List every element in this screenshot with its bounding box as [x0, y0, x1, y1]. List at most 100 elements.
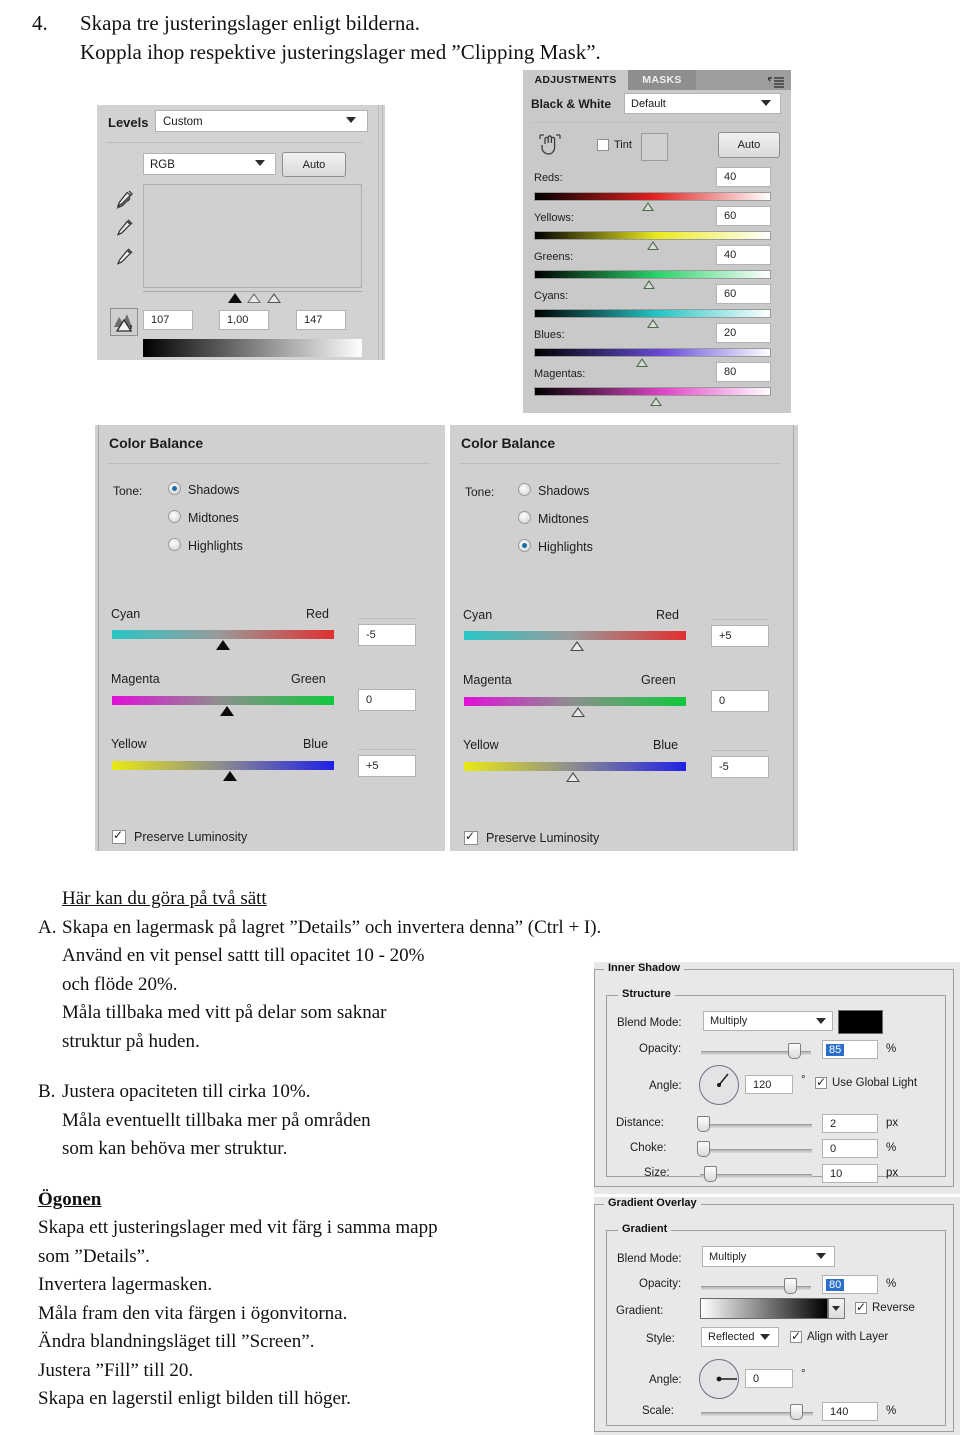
cb-right-bar-yellow-blue[interactable] — [464, 762, 686, 771]
is-choke-knob[interactable] — [697, 1141, 710, 1157]
cb-right-preserve-luminosity-checkbox[interactable] — [464, 829, 478, 845]
levels-black-input-thumb[interactable] — [228, 293, 242, 303]
go-opacity-knob[interactable] — [784, 1278, 797, 1294]
bw-bar-reds[interactable] — [534, 192, 771, 201]
cb-left-bar-magenta-green[interactable] — [112, 696, 334, 705]
structure-title: Structure — [618, 988, 675, 1000]
go-angle-dial[interactable] — [699, 1359, 739, 1399]
cb-left-bar-cyan-red[interactable] — [112, 630, 334, 639]
cb-left-bar-yellow-blue[interactable] — [112, 761, 334, 770]
go-style-label: Style: — [646, 1333, 675, 1345]
go-align-checkbox[interactable] — [790, 1329, 802, 1343]
cb-right-bar-magenta-green[interactable] — [464, 697, 686, 706]
go-reverse-checkbox[interactable] — [855, 1300, 867, 1314]
is-size-knob[interactable] — [704, 1166, 717, 1182]
bw-value-reds-field[interactable]: 40 — [716, 167, 771, 187]
is-blend-mode-select[interactable]: Multiply — [703, 1011, 833, 1031]
levels-gamma-input-thumb[interactable] — [247, 293, 261, 303]
go-gradient-swatch[interactable] — [700, 1298, 828, 1319]
tab-adjustments[interactable]: ADJUSTMENTS — [523, 70, 628, 90]
chevron-down-icon[interactable] — [761, 100, 771, 106]
bw-bar-blues[interactable] — [534, 348, 771, 357]
cb-right-thumb-cyan-red[interactable] — [570, 641, 584, 651]
cb-left-edge — [98, 425, 99, 851]
cb-left-thumb-magenta-green[interactable] — [220, 706, 234, 716]
bw-thumb-cyans[interactable] — [647, 319, 659, 328]
is-distance-knob[interactable] — [697, 1116, 710, 1132]
cb-right-value-magenta-green-field[interactable]: 0 — [711, 690, 769, 712]
item-a-line-1: Skapa en lagermask på lagret ”Details” o… — [62, 916, 602, 938]
targeted-adjustment-icon[interactable] — [538, 132, 562, 158]
chevron-down-icon[interactable] — [760, 1334, 770, 1340]
bw-bar-magentas[interactable] — [534, 387, 771, 396]
go-blend-mode-value: Multiply — [709, 1250, 747, 1263]
is-color-swatch[interactable] — [838, 1010, 883, 1034]
cb-left-radio-shadows[interactable] — [168, 482, 181, 495]
levels-gamma-field[interactable]: 1,00 — [219, 310, 269, 330]
is-opacity-knob[interactable] — [788, 1043, 801, 1059]
bw-thumb-greens[interactable] — [643, 280, 655, 289]
is-distance-field[interactable]: 2 — [822, 1114, 878, 1133]
cb-left-value-magenta-green-field[interactable]: 0 — [358, 689, 416, 711]
bw-value-greens-field[interactable]: 40 — [716, 245, 771, 265]
levels-input-black-field[interactable]: 107 — [143, 310, 193, 330]
cb-right-thumb-magenta-green[interactable] — [571, 707, 585, 717]
cb-left-value-yellow-blue-field[interactable]: +5 — [358, 755, 416, 777]
bw-thumb-magentas[interactable] — [650, 397, 662, 406]
levels-white-input-thumb[interactable] — [267, 293, 281, 303]
bw-value-yellows-field[interactable]: 60 — [716, 206, 771, 226]
bw-bar-greens[interactable] — [534, 270, 771, 279]
tint-color-swatch[interactable] — [641, 133, 668, 161]
cb-right-radio-shadows[interactable] — [518, 483, 531, 496]
bw-value-cyans-field[interactable]: 60 — [716, 284, 771, 304]
cb-left-radio-midtones[interactable] — [168, 510, 181, 523]
is-choke-field[interactable]: 0 — [822, 1139, 878, 1158]
go-angle-field[interactable]: 0 — [745, 1369, 793, 1388]
cb-left-radio-highlights[interactable] — [168, 538, 181, 551]
is-opacity-field[interactable]: 85 — [822, 1040, 878, 1059]
cb-left-thumb-cyan-red[interactable] — [216, 640, 230, 650]
levels-input-white-field[interactable]: 147 — [296, 310, 346, 330]
chevron-down-icon[interactable] — [832, 1306, 840, 1311]
bw-thumb-blues[interactable] — [636, 358, 648, 367]
bw-value-magentas-field[interactable]: 80 — [716, 362, 771, 382]
chevron-down-icon[interactable] — [816, 1253, 826, 1259]
bw-bar-cyans[interactable] — [534, 309, 771, 318]
bw-auto-button[interactable]: Auto — [718, 132, 780, 158]
cb-left-value-cyan-red-field[interactable]: -5 — [358, 624, 416, 646]
black-point-eyedropper[interactable] — [114, 189, 134, 211]
cb-right-thumb-yellow-blue[interactable] — [566, 772, 580, 782]
cb-left-thumb-yellow-blue[interactable] — [223, 771, 237, 781]
go-opacity-field[interactable]: 80 — [822, 1275, 878, 1294]
bw-label-magentas: Magentas: — [534, 368, 586, 380]
go-gradient-picker-button[interactable] — [828, 1298, 845, 1319]
chevron-down-icon[interactable] — [255, 160, 265, 166]
cb-left-preserve-luminosity-checkbox[interactable] — [112, 828, 126, 844]
is-distance-track[interactable] — [700, 1124, 812, 1128]
tab-masks[interactable]: MASKS — [628, 70, 696, 90]
levels-auto-button[interactable]: Auto — [282, 152, 346, 177]
bw-value-blues-field[interactable]: 20 — [716, 323, 771, 343]
bw-bar-yellows[interactable] — [534, 231, 771, 240]
go-scale-knob[interactable] — [790, 1404, 803, 1420]
cb-right-radio-highlights[interactable] — [518, 539, 531, 552]
go-scale-field[interactable]: 140 — [822, 1402, 878, 1421]
is-angle-dial[interactable] — [699, 1065, 739, 1105]
is-choke-track[interactable] — [700, 1149, 812, 1153]
chevron-down-icon[interactable] — [816, 1018, 826, 1024]
cb-right-radio-midtones[interactable] — [518, 511, 531, 524]
is-global-light-checkbox[interactable] — [815, 1075, 827, 1089]
cb-right-value-cyan-red-field[interactable]: +5 — [711, 625, 769, 647]
is-size-field[interactable]: 10 — [822, 1164, 878, 1183]
bw-thumb-reds[interactable] — [642, 202, 654, 211]
chevron-down-icon[interactable] — [346, 117, 356, 123]
cb-right-value-yellow-blue-field[interactable]: -5 — [711, 756, 769, 778]
cb-right-bar-cyan-red[interactable] — [464, 631, 686, 640]
gray-point-eyedropper[interactable] — [114, 218, 134, 240]
tint-checkbox[interactable] — [597, 139, 609, 151]
histogram-warning-icon[interactable] — [110, 308, 138, 336]
is-angle-field[interactable]: 120 — [745, 1075, 793, 1094]
panel-menu-icon[interactable] — [767, 75, 784, 88]
white-point-eyedropper[interactable] — [114, 247, 134, 269]
bw-thumb-yellows[interactable] — [647, 241, 659, 250]
